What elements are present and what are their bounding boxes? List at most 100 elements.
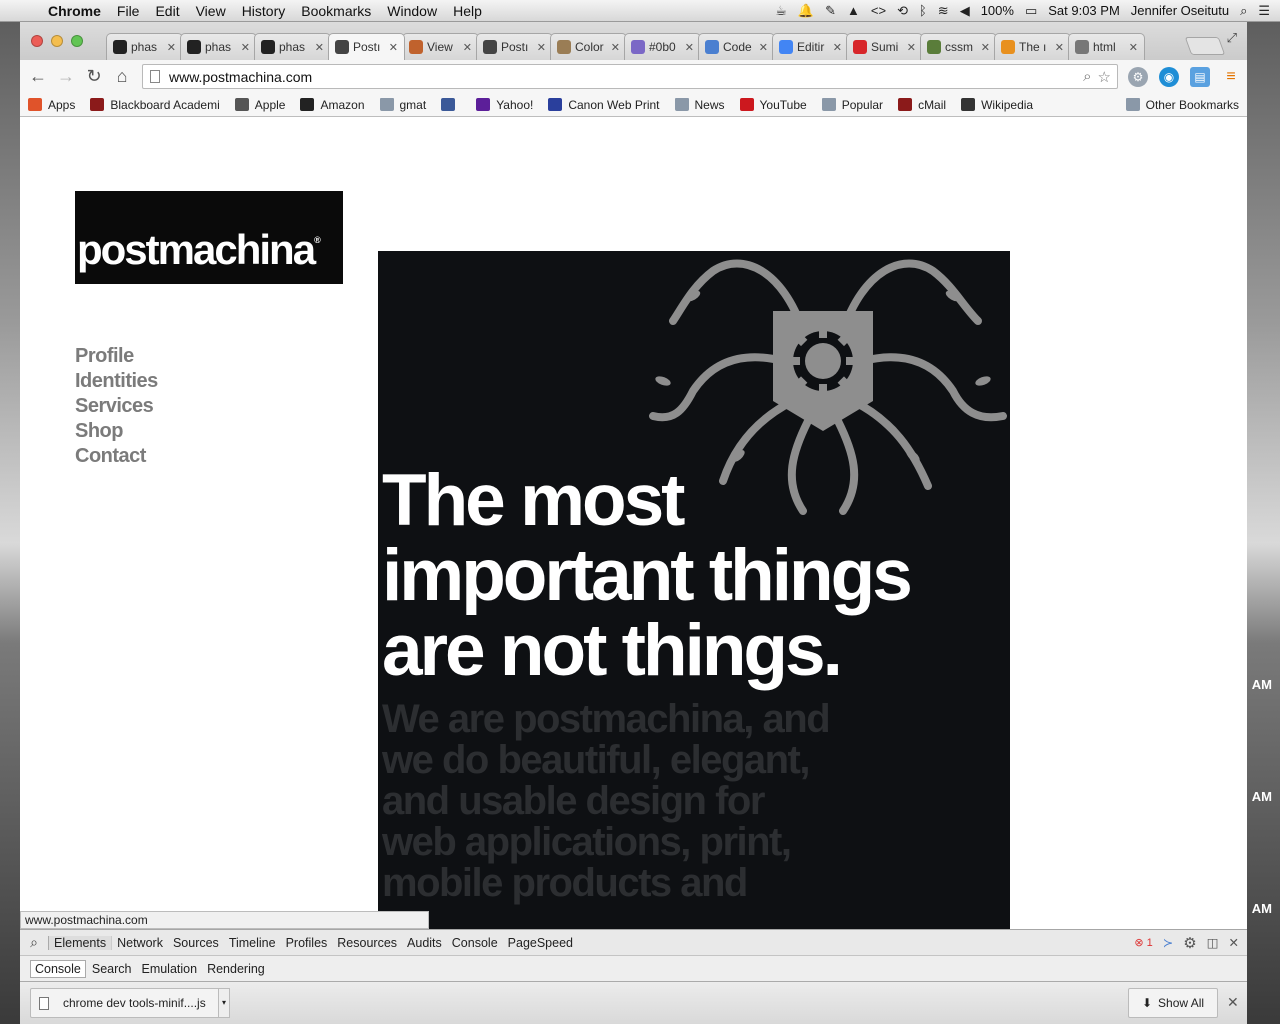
browser-tab[interactable]: phas ✕	[180, 33, 257, 60]
new-tab-button[interactable]	[1184, 37, 1226, 55]
browser-tab[interactable]: Color ✕	[550, 33, 627, 60]
drawer-tab-emulation[interactable]: Emulation	[137, 961, 201, 977]
devtools-tab-resources[interactable]: Resources	[332, 936, 402, 950]
zoom-window-button[interactable]	[71, 35, 83, 47]
tab-close-icon[interactable]: ✕	[981, 41, 990, 54]
error-count-badge[interactable]: ⊗ 1	[1134, 936, 1152, 949]
drawer-tab-search[interactable]: Search	[88, 961, 136, 977]
tab-close-icon[interactable]: ✕	[389, 41, 398, 54]
devtools-tab-pagespeed[interactable]: PageSpeed	[503, 936, 578, 950]
close-window-button[interactable]	[31, 35, 43, 47]
tab-close-icon[interactable]: ✕	[463, 41, 472, 54]
site-logo[interactable]: postmachina®	[75, 191, 343, 284]
tab-close-icon[interactable]: ✕	[1129, 41, 1138, 54]
browser-tab[interactable]: html ✕	[1068, 33, 1145, 60]
menubar-user[interactable]: Jennifer Oseitutu	[1131, 3, 1229, 18]
spotlight-search-icon[interactable]: ⌕	[1240, 3, 1247, 19]
devtools-tab-audits[interactable]: Audits	[402, 936, 447, 950]
devtools-tab-sources[interactable]: Sources	[168, 936, 224, 950]
menu-help[interactable]: Help	[445, 3, 490, 19]
settings-gear-icon[interactable]: ⚙	[1183, 934, 1196, 952]
devtools-tab-elements[interactable]: Elements	[48, 935, 113, 950]
devtools-tab-profiles[interactable]: Profiles	[281, 936, 333, 950]
menubar-clock[interactable]: Sat 9:03 PM	[1048, 3, 1120, 18]
menu-edit[interactable]: Edit	[147, 3, 187, 19]
devtools-tab-timeline[interactable]: Timeline	[224, 936, 281, 950]
wifi-icon[interactable]: ≋	[938, 3, 949, 19]
bell-icon[interactable]: 🔔	[798, 3, 814, 19]
nav-link-identities[interactable]: Identities	[75, 369, 158, 394]
tab-close-icon[interactable]: ✕	[241, 41, 250, 54]
tab-close-icon[interactable]: ✕	[315, 41, 324, 54]
tab-close-icon[interactable]: ✕	[833, 41, 842, 54]
reload-button[interactable]: ↻	[80, 66, 108, 87]
bookmark-item[interactable]: gmat	[379, 98, 426, 112]
bookmark-item[interactable]: News	[674, 98, 725, 112]
home-button[interactable]: ⌂	[108, 66, 136, 87]
tab-close-icon[interactable]: ✕	[685, 41, 694, 54]
nav-link-profile[interactable]: Profile	[75, 344, 158, 369]
nav-link-services[interactable]: Services	[75, 394, 158, 419]
tab-close-icon[interactable]: ✕	[167, 41, 176, 54]
menu-bookmarks[interactable]: Bookmarks	[293, 3, 379, 19]
browser-tab[interactable]: The ı ✕	[994, 33, 1071, 60]
browser-tab[interactable]: phas ✕	[106, 33, 183, 60]
zoom-icon[interactable]: ⌕	[1083, 68, 1091, 86]
time-machine-icon[interactable]: ⟲	[897, 3, 908, 19]
browser-tab[interactable]: #0b0 ✕	[624, 33, 701, 60]
bookmark-item[interactable]: Apple	[234, 98, 285, 112]
inspect-search-icon[interactable]: ⌕	[20, 934, 48, 951]
bookmark-item[interactable]: Canon Web Print	[548, 98, 660, 112]
nav-link-shop[interactable]: Shop	[75, 419, 158, 444]
drawer-tab-rendering[interactable]: Rendering	[203, 961, 269, 977]
google-drive-icon[interactable]: ▲	[847, 3, 860, 18]
browser-tab[interactable]: View ✕	[402, 33, 479, 60]
dock-icon[interactable]: ◫	[1207, 935, 1219, 950]
minimize-window-button[interactable]	[51, 35, 63, 47]
bookmark-item[interactable]: Yahoo!	[476, 98, 533, 112]
bookmark-item[interactable]: cMail	[898, 98, 946, 112]
battery-percent[interactable]: 100%	[981, 3, 1014, 18]
forward-button[interactable]: →	[52, 66, 80, 87]
browser-tab[interactable]: cssm ✕	[920, 33, 997, 60]
extension-icon[interactable]: ⚙	[1128, 67, 1148, 87]
browser-tab[interactable]: phas ✕	[254, 33, 331, 60]
nav-link-contact[interactable]: Contact	[75, 444, 158, 469]
bookmark-item[interactable]: Blackboard Academi	[90, 98, 220, 112]
bookmark-item[interactable]: YouTube	[739, 98, 807, 112]
fullscreen-icon[interactable]: ⤢	[1227, 30, 1237, 46]
extension-icon[interactable]: ▤	[1190, 67, 1210, 87]
download-item[interactable]: chrome dev tools-minif....js ▾	[30, 988, 230, 1018]
console-drawer-icon[interactable]: ≻	[1163, 935, 1173, 950]
evernote-icon[interactable]: ✎	[825, 3, 836, 19]
battery-icon[interactable]: ▭	[1025, 3, 1037, 19]
menu-file[interactable]: File	[109, 3, 148, 19]
code-brackets-icon[interactable]: <>	[871, 3, 886, 18]
drawer-tab-console[interactable]: Console	[30, 960, 86, 978]
tab-close-icon[interactable]: ✕	[759, 41, 768, 54]
bookmark-item[interactable]: Popular	[821, 98, 883, 112]
bookmark-item[interactable]: Wikipedia	[961, 98, 1033, 112]
browser-tab[interactable]: Editir ✕	[772, 33, 849, 60]
chrome-menu-icon[interactable]: ≡	[1221, 67, 1241, 87]
close-shelf-icon[interactable]: ✕	[1227, 994, 1239, 1011]
menu-app-chrome[interactable]: Chrome	[40, 3, 109, 19]
tab-close-icon[interactable]: ✕	[611, 41, 620, 54]
menu-history[interactable]: History	[234, 3, 294, 19]
close-devtools-icon[interactable]: ✕	[1229, 935, 1239, 950]
menu-view[interactable]: View	[188, 3, 234, 19]
address-bar[interactable]: www.postmachina.com ⌕ ☆	[142, 64, 1118, 89]
browser-tab[interactable]: Postı ✕	[476, 33, 553, 60]
bookmark-star-icon[interactable]: ☆	[1098, 68, 1111, 86]
show-all-downloads-button[interactable]: ⬇ Show All	[1128, 988, 1218, 1018]
bookmark-item[interactable]	[441, 98, 461, 111]
tab-close-icon[interactable]: ✕	[907, 41, 916, 54]
url-text[interactable]: www.postmachina.com	[169, 69, 312, 85]
devtools-tab-console[interactable]: Console	[447, 936, 503, 950]
bookmark-item[interactable]: Apps	[28, 98, 75, 112]
volume-icon[interactable]: ◀	[960, 3, 970, 19]
notification-center-icon[interactable]: ☰	[1258, 3, 1270, 19]
extension-icon[interactable]: ◉	[1159, 67, 1179, 87]
menu-window[interactable]: Window	[379, 3, 445, 19]
browser-tab[interactable]: Code ✕	[698, 33, 775, 60]
